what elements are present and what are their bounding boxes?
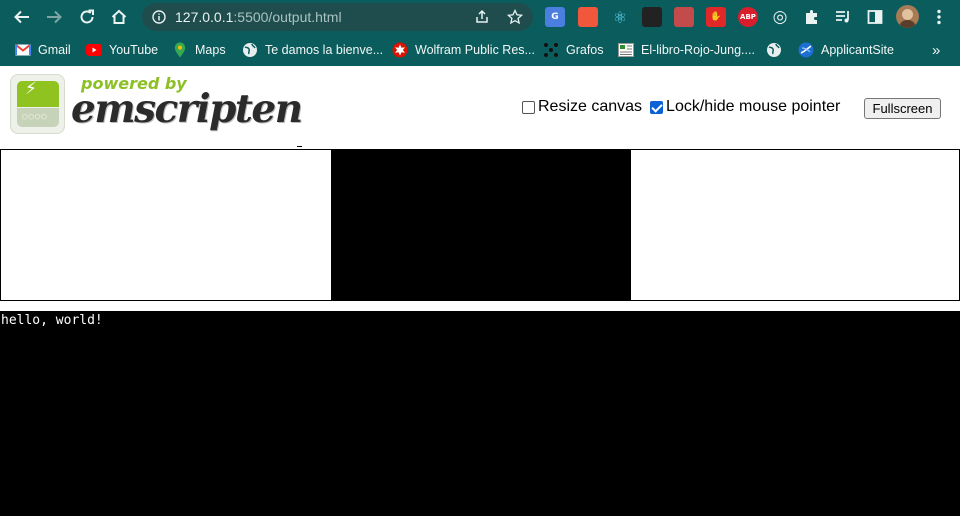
brand-name: emscripten: [71, 86, 303, 132]
console-output-text: hello, world!: [1, 313, 103, 328]
adblock-plus-icon[interactable]: ABP: [738, 7, 758, 27]
bookmarks-bar: Gmail YouTube Maps Te damos la bienve...…: [0, 34, 960, 66]
resize-canvas-checkbox[interactable]: [522, 100, 535, 114]
bookmark-label: YouTube: [109, 43, 159, 57]
lock-pointer-label: Lock/hide mouse pointer: [666, 98, 841, 115]
address-bar[interactable]: 127.0.0.1:5500/output.html: [142, 3, 533, 31]
globe-icon: [242, 42, 258, 58]
profile-avatar[interactable]: [896, 5, 919, 28]
bookmark-maps[interactable]: Maps: [172, 41, 226, 59]
url-host: 127.0.0.1: [175, 9, 234, 25]
url-path: :5500/output.html: [233, 9, 342, 25]
reload-icon: [80, 9, 94, 24]
extension-pen-icon[interactable]: [674, 7, 694, 27]
bookmark-label: Grafos: [566, 43, 604, 57]
emscripten-page: ⚡ ○○○○ powered by emscripten Resize canv…: [0, 66, 960, 516]
extension-flag-icon[interactable]: [578, 7, 598, 27]
bookmark-youtube[interactable]: YouTube: [86, 41, 158, 59]
applicantsite-icon: [798, 42, 814, 58]
url-text[interactable]: 127.0.0.1:5500/output.html: [175, 9, 342, 25]
bookmark-globe-blank[interactable]: [766, 41, 782, 59]
resize-canvas-label: Resize canvas: [538, 98, 643, 115]
forward-arrow-icon: [47, 10, 62, 24]
bookmark-star-icon[interactable]: [507, 9, 523, 25]
bookmark-applicantsite[interactable]: ApplicantSite: [798, 41, 894, 59]
wolfram-icon: [392, 42, 408, 58]
maps-icon: [172, 42, 188, 58]
media-control-icon[interactable]: [834, 8, 852, 26]
extension-dark-icon[interactable]: [642, 7, 662, 27]
fullscreen-button[interactable]: Fullscreen: [864, 98, 941, 119]
react-devtools-icon[interactable]: ⚛: [610, 7, 630, 27]
bookmark-label: Wolfram Public Res...: [415, 43, 535, 57]
emscripten-logo: ⚡ ○○○○ powered by emscripten: [10, 74, 303, 140]
canvas-container: [0, 149, 960, 301]
gmail-icon: [15, 42, 31, 58]
bookmark-te-damos[interactable]: Te damos la bienve...: [242, 41, 383, 59]
share-icon[interactable]: [474, 9, 490, 25]
reload-button[interactable]: [75, 5, 99, 29]
globe-icon: [766, 42, 782, 58]
page-icon: [618, 42, 634, 58]
bookmark-label: El-libro-Rojo-Jung....: [641, 43, 755, 57]
grafos-icon: [543, 42, 559, 58]
canvas-controls: Resize canvas Lock/hide mouse pointer: [522, 97, 840, 117]
bookmark-grafos[interactable]: Grafos: [543, 41, 604, 59]
lightning-bolt-icon: ⚡: [25, 79, 37, 99]
google-translate-icon[interactable]: G: [545, 7, 565, 27]
browser-toolbar: 127.0.0.1:5500/output.html G ⚛ ✋ ABP ◎: [0, 0, 960, 34]
forward-button[interactable]: [42, 5, 66, 29]
bookmark-label: ApplicantSite: [821, 43, 894, 57]
site-info-icon[interactable]: [152, 10, 166, 24]
youtube-icon: [86, 42, 102, 58]
output-console[interactable]: hello, world!: [0, 311, 960, 516]
hand-stop-icon[interactable]: ✋: [706, 7, 726, 27]
back-arrow-icon: [14, 10, 29, 24]
home-icon: [111, 9, 127, 24]
bookmark-gmail[interactable]: Gmail: [15, 41, 71, 59]
bookmark-label: Te damos la bienve...: [265, 43, 384, 57]
emscripten-canvas[interactable]: [331, 150, 631, 300]
bookmark-label: Maps: [195, 43, 226, 57]
bookmarks-overflow-button[interactable]: »: [932, 41, 940, 59]
home-button[interactable]: [107, 5, 131, 29]
bookmark-wolfram[interactable]: Wolfram Public Res...: [392, 41, 535, 59]
bookmark-el-libro-rojo[interactable]: El-libro-Rojo-Jung....: [618, 41, 755, 59]
logo-badge: ⚡ ○○○○: [10, 74, 65, 134]
chevron-double-right-icon: »: [932, 41, 941, 59]
spinner-placeholder: [297, 146, 302, 147]
extensions-puzzle-icon[interactable]: [803, 8, 821, 26]
bookmark-label: Gmail: [38, 43, 71, 57]
target-icon[interactable]: ◎: [770, 7, 790, 27]
kebab-menu-icon[interactable]: [931, 8, 947, 26]
side-panel-icon[interactable]: [866, 8, 884, 26]
back-button[interactable]: [10, 5, 34, 29]
lock-pointer-checkbox[interactable]: [650, 100, 664, 114]
